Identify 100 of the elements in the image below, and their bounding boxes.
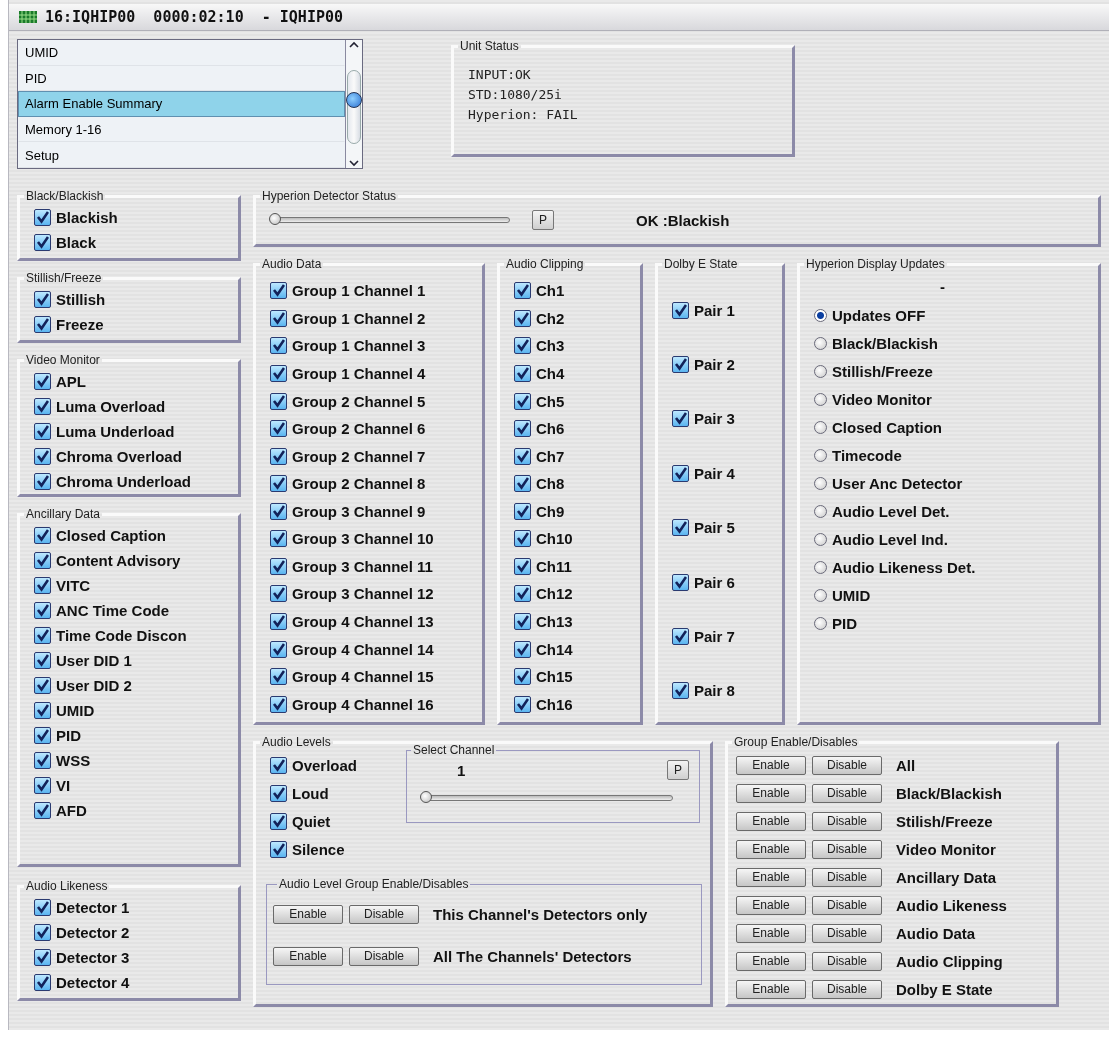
radio-button[interactable] [814, 336, 827, 350]
checkbox[interactable] [34, 448, 51, 465]
disable-button[interactable]: Disable [812, 979, 882, 999]
checkbox[interactable] [514, 502, 531, 520]
checkbox[interactable] [34, 234, 51, 251]
checkbox[interactable] [514, 282, 531, 300]
checkbox[interactable] [672, 682, 689, 700]
enable-button[interactable]: Enable [736, 979, 806, 999]
disable-button[interactable]: Disable [812, 839, 882, 859]
disable-button[interactable]: Disable [812, 923, 882, 943]
checkbox[interactable] [270, 668, 287, 686]
radio-button[interactable] [814, 364, 827, 378]
checkbox[interactable] [270, 282, 287, 300]
disable-button[interactable]: Disable [812, 951, 882, 971]
checkbox[interactable] [34, 209, 51, 226]
slider-thumb[interactable] [269, 213, 281, 225]
slider-thumb[interactable] [420, 791, 432, 803]
checkbox[interactable] [34, 602, 51, 619]
checkbox[interactable] [34, 777, 51, 794]
checkbox[interactable] [514, 668, 531, 686]
checkbox[interactable] [270, 613, 287, 631]
p-button[interactable]: P [532, 210, 554, 230]
enable-button[interactable]: Enable [736, 895, 806, 915]
checkbox[interactable] [270, 475, 287, 493]
disable-button[interactable]: Disable [812, 867, 882, 887]
checkbox[interactable] [270, 364, 287, 382]
checkbox[interactable] [514, 475, 531, 493]
checkbox[interactable] [270, 309, 287, 327]
checkbox[interactable] [34, 949, 51, 966]
checkbox[interactable] [34, 899, 51, 916]
checkbox[interactable] [34, 473, 51, 490]
checkbox[interactable] [34, 802, 51, 819]
checkbox[interactable] [270, 640, 287, 658]
disable-button[interactable]: Disable [812, 755, 882, 775]
p-button[interactable]: P [667, 760, 689, 780]
checkbox[interactable] [270, 557, 287, 575]
checkbox[interactable] [34, 974, 51, 991]
enable-button[interactable]: Enable [736, 923, 806, 943]
checkbox[interactable] [514, 392, 531, 410]
checkbox[interactable] [34, 291, 51, 308]
checkbox[interactable] [514, 309, 531, 327]
checkbox[interactable] [672, 573, 689, 591]
checkbox[interactable] [514, 420, 531, 438]
checkbox[interactable] [672, 356, 689, 374]
checkbox[interactable] [270, 812, 287, 830]
enable-button[interactable]: Enable [736, 867, 806, 887]
checkbox[interactable] [270, 337, 287, 355]
list-item[interactable]: Setup [18, 142, 345, 168]
checkbox[interactable] [270, 695, 287, 713]
radio-button[interactable] [814, 476, 827, 490]
enable-button[interactable]: Enable [736, 811, 806, 831]
checkbox[interactable] [34, 577, 51, 594]
checkbox[interactable] [34, 627, 51, 644]
checkbox[interactable] [34, 423, 51, 440]
checkbox[interactable] [514, 337, 531, 355]
enable-button[interactable]: Enable [736, 951, 806, 971]
checkbox[interactable] [514, 364, 531, 382]
checkbox[interactable] [34, 677, 51, 694]
checkbox[interactable] [34, 552, 51, 569]
disable-button[interactable]: Disable [812, 895, 882, 915]
disable-button[interactable]: Disable [349, 904, 419, 924]
checkbox[interactable] [672, 519, 689, 537]
checkbox[interactable] [34, 652, 51, 669]
checkbox[interactable] [270, 784, 287, 802]
radio-button[interactable] [814, 448, 827, 462]
radio-button[interactable] [814, 392, 827, 406]
checkbox[interactable] [270, 420, 287, 438]
checkbox[interactable] [514, 585, 531, 603]
checkbox[interactable] [34, 924, 51, 941]
enable-button[interactable]: Enable [273, 904, 343, 924]
checkbox[interactable] [34, 527, 51, 544]
checkbox[interactable] [270, 447, 287, 465]
radio-button[interactable] [814, 588, 827, 602]
checkbox[interactable] [672, 464, 689, 482]
radio-button[interactable] [814, 532, 827, 546]
checkbox[interactable] [514, 530, 531, 548]
enable-button[interactable]: Enable [736, 839, 806, 859]
radio-button[interactable] [814, 616, 827, 630]
disable-button[interactable]: Disable [349, 946, 419, 966]
enable-button[interactable]: Enable [736, 755, 806, 775]
disable-button[interactable]: Disable [812, 783, 882, 803]
scrollbar[interactable] [345, 40, 362, 168]
checkbox[interactable] [270, 392, 287, 410]
checkbox[interactable] [270, 756, 287, 774]
checkbox[interactable] [514, 640, 531, 658]
scroll-down-icon[interactable] [348, 158, 360, 168]
radio-button[interactable] [814, 504, 827, 518]
checkbox[interactable] [270, 840, 287, 858]
radio-button[interactable] [814, 560, 827, 574]
checkbox[interactable] [270, 502, 287, 520]
scroll-up-icon[interactable] [348, 40, 360, 50]
checkbox[interactable] [672, 410, 689, 428]
checkbox[interactable] [34, 373, 51, 390]
checkbox[interactable] [34, 398, 51, 415]
radio-button[interactable] [814, 420, 827, 434]
checkbox[interactable] [514, 695, 531, 713]
checkbox[interactable] [672, 627, 689, 645]
enable-button[interactable]: Enable [736, 783, 806, 803]
checkbox[interactable] [270, 530, 287, 548]
scroll-knob-icon[interactable] [346, 92, 362, 108]
